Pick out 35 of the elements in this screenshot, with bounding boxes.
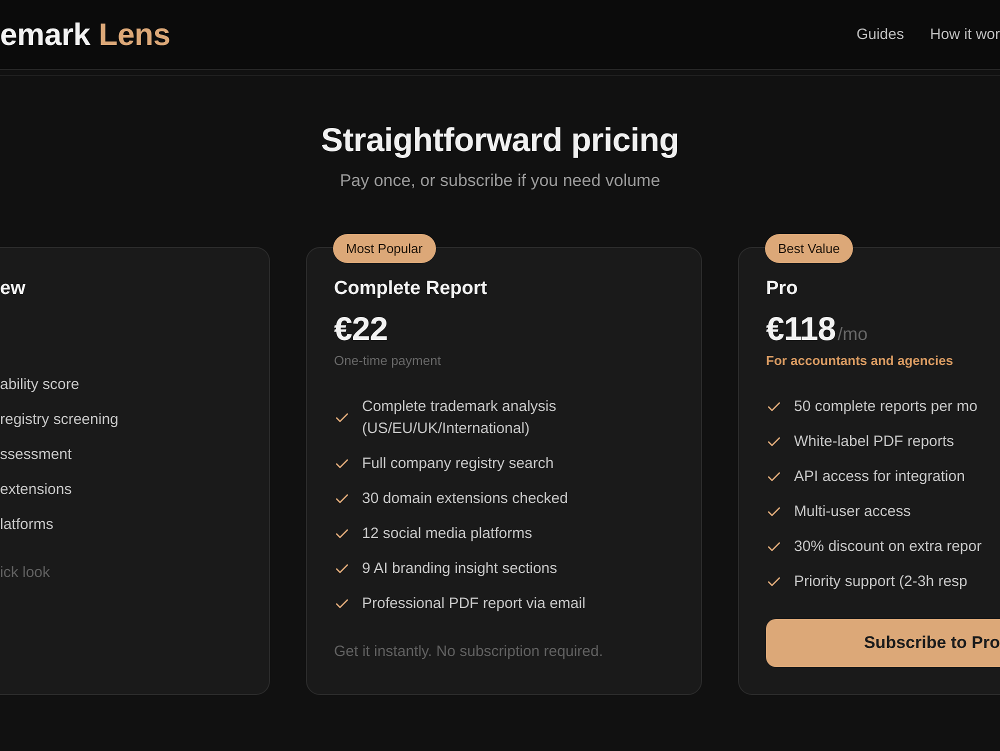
nav-link[interactable]: Guides (856, 26, 904, 43)
nav-link[interactable]: How it wor (930, 26, 1000, 43)
feature-text: ssessment (0, 445, 72, 465)
feature-text: API access for integration (794, 467, 965, 487)
logo[interactable]: emark Lens (0, 16, 170, 52)
feature-text: 50 complete reports per mo (794, 397, 978, 417)
feature-text: Full company registry search (362, 454, 554, 474)
plan-name: Pro (766, 277, 799, 301)
feature-text: Professional PDF report via email (362, 594, 586, 614)
feature-text: registry screening (0, 410, 118, 430)
plan-badge: Best Value (765, 234, 853, 263)
price-amount: €22 (334, 309, 388, 349)
subscribe-button[interactable]: Subscribe to Pro (766, 619, 1000, 667)
feature-text: ability score (0, 375, 80, 395)
feature-text: White-label PDF reports (794, 432, 954, 452)
plan-badge: Most Popular (333, 234, 436, 263)
feature-text: Complete trademark analysis (US/EU/UK/International) (362, 397, 558, 439)
plan-note: Get it instantly. No subscription required. (334, 642, 604, 662)
plan-name: Complete Report (334, 277, 488, 301)
feature-text: Priority support (2-3h resp (794, 572, 968, 592)
page-subtitle: Pay once, or subscribe if you need volume (340, 170, 660, 192)
feature-text: 9 AI branding insight sections (362, 559, 558, 579)
plan-name: ew (0, 277, 26, 301)
feature-text: 30 domain extensions checked (362, 489, 568, 509)
feature-text: 30% discount on extra repor (794, 537, 982, 557)
plan-subtitle: For accountants and agencies (766, 352, 954, 370)
plan-subtitle: One-time payment (334, 352, 442, 370)
feature-text: extensions (0, 480, 72, 500)
plan-note: ick look (0, 563, 52, 583)
price-amount: €118 (766, 309, 836, 349)
page-title: Straightforward pricing (321, 120, 679, 160)
feature-text: latforms (0, 515, 54, 535)
price-period: /mo (838, 324, 868, 345)
feature-text: Multi-user access (794, 502, 911, 522)
feature-text: 12 social media platforms (362, 524, 532, 544)
